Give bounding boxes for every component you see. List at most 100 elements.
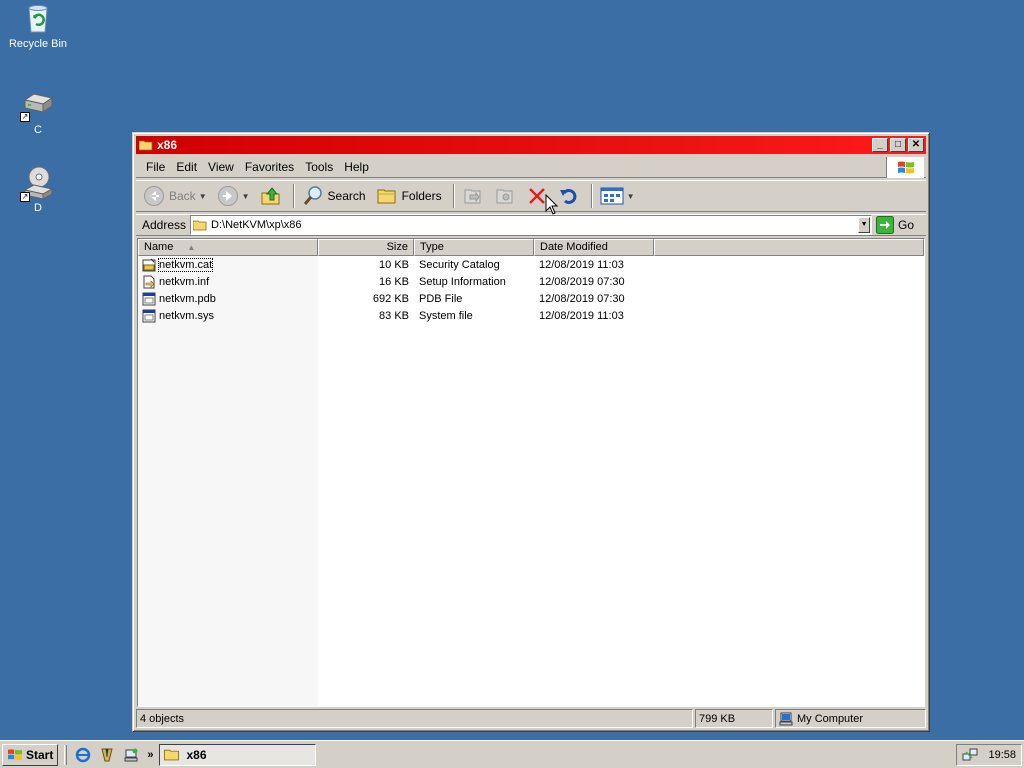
system-tray: 19:58 bbox=[956, 744, 1022, 766]
windows-logo-icon bbox=[886, 157, 924, 178]
file-row[interactable]: netkvm.sys 83 KB System file 12/08/2019 … bbox=[138, 307, 924, 324]
recycle-bin-icon bbox=[22, 2, 54, 34]
menu-edit[interactable]: Edit bbox=[172, 158, 204, 176]
file-size: 692 KB bbox=[372, 292, 409, 305]
menu-bar: File Edit View Favorites Tools Help bbox=[136, 156, 926, 178]
file-list-view[interactable]: Name ▲ Size Type Date Modified netkvm.cat… bbox=[137, 238, 925, 707]
forward-arrow-icon bbox=[217, 186, 238, 206]
desktop-icon-c-drive[interactable]: ↗ C bbox=[0, 88, 76, 136]
search-icon bbox=[303, 186, 322, 205]
hard-drive-icon: ↗ bbox=[20, 88, 54, 122]
move-to-button[interactable] bbox=[459, 183, 487, 209]
shortcut-arrow-icon: ↗ bbox=[20, 192, 30, 202]
shortcut-arrow-icon: ↗ bbox=[20, 112, 30, 122]
desktop-icon-d-drive[interactable]: ↗ D bbox=[0, 166, 76, 214]
column-header-filler bbox=[654, 239, 924, 256]
setup-info-file-icon bbox=[143, 275, 155, 288]
address-input[interactable]: D:\NetKVM\xp\x86 ▼ bbox=[190, 215, 873, 235]
chevron-down-icon: ▼ bbox=[626, 191, 635, 201]
minimize-button[interactable]: _ bbox=[872, 138, 888, 152]
file-row[interactable]: netkvm.pdb 692 KB PDB File 12/08/2019 07… bbox=[138, 290, 924, 307]
close-button[interactable]: ✕ bbox=[908, 138, 924, 152]
column-header-type[interactable]: Type bbox=[414, 239, 534, 256]
standard-toolbar: Back ▼ ▼ Search Folders ▼ bbox=[136, 180, 926, 212]
toolbar-separator bbox=[590, 184, 593, 208]
taskbar-window-button[interactable]: x86 bbox=[159, 743, 317, 766]
views-icon bbox=[600, 187, 624, 205]
file-type: System file bbox=[419, 309, 473, 322]
forward-button[interactable]: ▼ bbox=[214, 183, 253, 209]
status-bar: 4 objects 799 KB My Computer bbox=[136, 709, 926, 728]
address-dropdown-button[interactable]: ▼ bbox=[858, 217, 871, 233]
desktop-icon-recycle-bin[interactable]: Recycle Bin bbox=[0, 2, 76, 50]
go-arrow-icon bbox=[876, 216, 895, 234]
file-name: netkvm.inf bbox=[159, 275, 210, 288]
views-button[interactable]: ▼ bbox=[597, 183, 638, 209]
menu-favorites[interactable]: Favorites bbox=[241, 158, 301, 176]
folders-button[interactable]: Folders bbox=[373, 183, 445, 209]
address-bar: Address D:\NetKVM\xp\x86 ▼ Go bbox=[136, 214, 926, 236]
file-name: netkvm.cat bbox=[157, 257, 214, 272]
file-date: 12/08/2019 11:03 bbox=[539, 309, 624, 322]
folders-icon bbox=[377, 189, 396, 204]
desktop-icon-label: D bbox=[34, 202, 42, 214]
file-row[interactable]: netkvm.cat 10 KB Security Catalog 12/08/… bbox=[138, 256, 924, 273]
toolbar-separator bbox=[452, 184, 455, 208]
undo-icon bbox=[559, 188, 576, 204]
start-button[interactable]: Start bbox=[2, 743, 59, 766]
catalog-file-icon bbox=[142, 258, 156, 271]
file-date: 12/08/2019 07:30 bbox=[539, 292, 625, 305]
file-type: PDB File bbox=[419, 292, 463, 305]
column-header-date-modified[interactable]: Date Modified bbox=[534, 239, 654, 256]
address-value: D:\NetKVM\xp\x86 bbox=[211, 219, 302, 231]
file-size: 10 KB bbox=[379, 258, 409, 271]
taskbar: Start » x86 19:58 bbox=[0, 740, 1024, 768]
start-label: Start bbox=[26, 747, 54, 762]
folder-icon bbox=[193, 220, 207, 231]
menu-tools[interactable]: Tools bbox=[301, 158, 340, 176]
file-size: 83 KB bbox=[379, 309, 409, 322]
show-desktop-icon[interactable] bbox=[98, 746, 116, 764]
move-to-icon bbox=[464, 189, 481, 204]
menu-file[interactable]: File bbox=[142, 158, 172, 176]
file-date: 12/08/2019 11:03 bbox=[539, 258, 624, 271]
menu-help[interactable]: Help bbox=[340, 158, 376, 176]
column-header-name[interactable]: Name ▲ bbox=[138, 239, 318, 256]
mouse-cursor-icon bbox=[545, 194, 559, 215]
file-date: 12/08/2019 07:30 bbox=[539, 275, 625, 288]
chevron-down-icon: ▼ bbox=[198, 191, 207, 201]
desktop-icon-label: Recycle Bin bbox=[8, 38, 68, 50]
toolbar-separator bbox=[292, 184, 295, 208]
title-bar[interactable]: x86 _ □ ✕ bbox=[136, 136, 926, 154]
pdb-file-icon bbox=[142, 292, 156, 305]
search-button[interactable]: Search bbox=[299, 183, 369, 209]
file-type: Setup Information bbox=[419, 275, 506, 288]
copy-to-button[interactable] bbox=[491, 183, 519, 209]
window-title: x86 bbox=[157, 138, 178, 152]
windows-explorer-icon[interactable] bbox=[122, 746, 140, 764]
column-header-size[interactable]: Size bbox=[318, 239, 414, 256]
clock[interactable]: 19:58 bbox=[988, 749, 1016, 761]
menu-view[interactable]: View bbox=[204, 158, 241, 176]
status-object-count: 4 objects bbox=[136, 709, 693, 728]
up-folder-button[interactable] bbox=[257, 183, 285, 209]
network-icon[interactable] bbox=[962, 747, 978, 763]
status-total-size: 799 KB bbox=[695, 709, 773, 728]
desktop-icon-label: C bbox=[34, 124, 42, 136]
cd-drive-icon: ↗ bbox=[20, 166, 54, 202]
maximize-button[interactable]: □ bbox=[890, 138, 906, 152]
address-label: Address bbox=[142, 218, 187, 232]
internet-explorer-icon[interactable] bbox=[74, 746, 92, 764]
quick-launch-more-button[interactable]: » bbox=[147, 749, 153, 761]
quick-launch-grip[interactable] bbox=[64, 744, 68, 765]
back-arrow-icon bbox=[144, 186, 164, 206]
file-row[interactable]: netkvm.inf 16 KB Setup Information 12/08… bbox=[138, 273, 924, 290]
chevron-down-icon: ▼ bbox=[241, 191, 250, 201]
copy-to-icon bbox=[496, 189, 513, 204]
folder-icon bbox=[139, 140, 153, 151]
up-folder-icon bbox=[261, 187, 280, 205]
go-button[interactable]: Go bbox=[876, 216, 914, 234]
file-size: 16 KB bbox=[379, 275, 409, 288]
back-button[interactable]: Back ▼ bbox=[140, 183, 210, 209]
sort-ascending-icon: ▲ bbox=[187, 243, 196, 252]
